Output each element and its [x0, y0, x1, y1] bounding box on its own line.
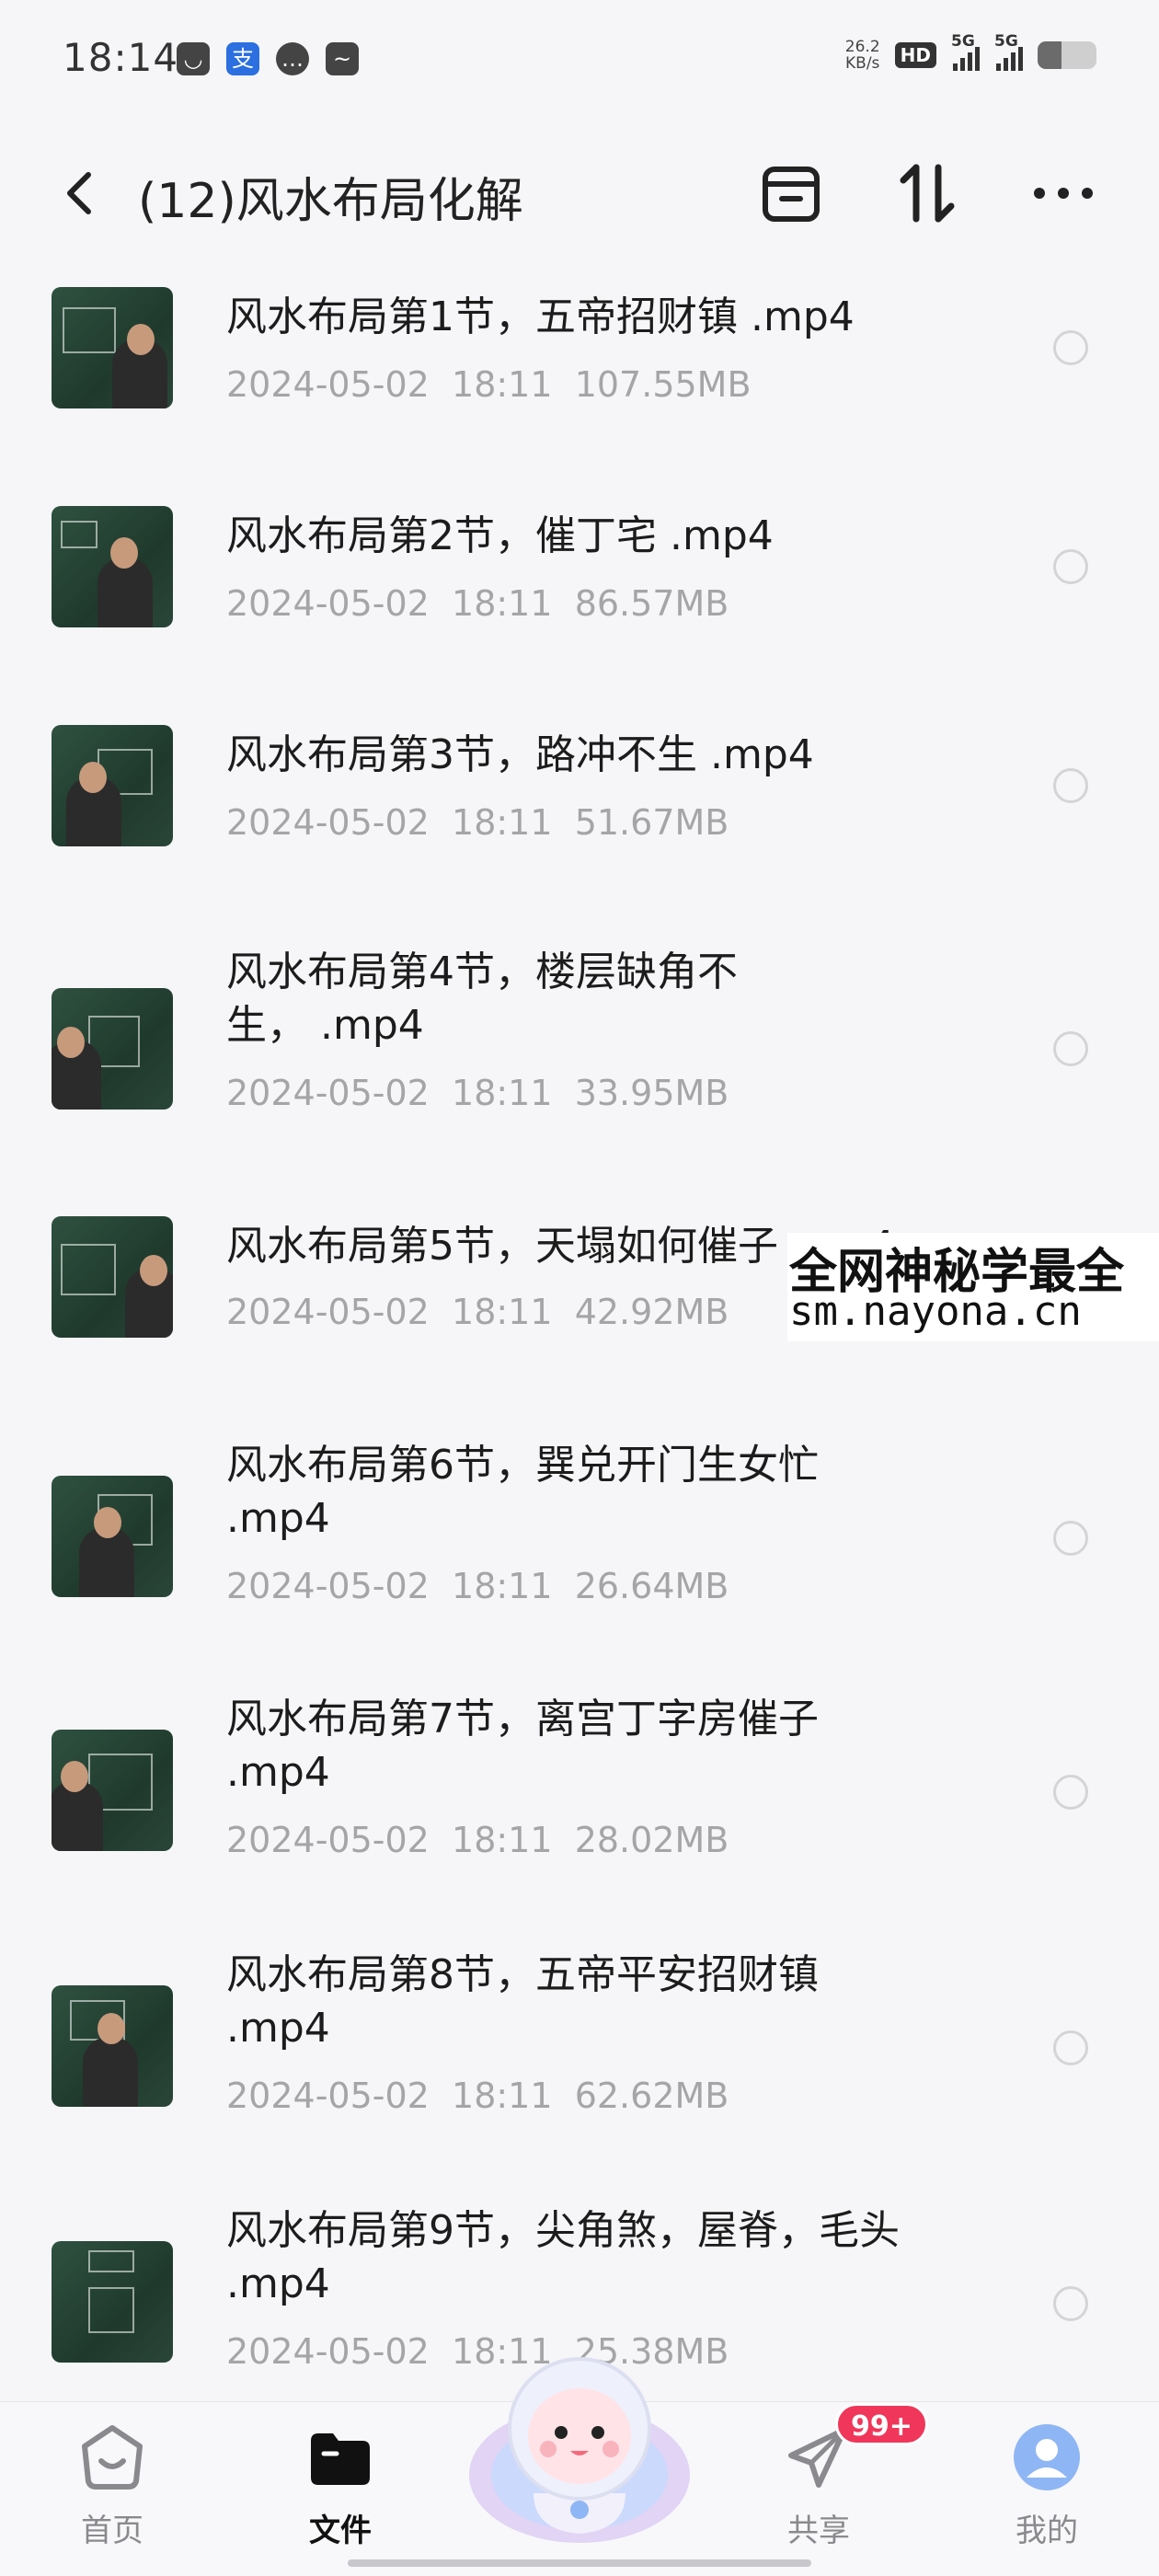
message-icon: …	[276, 42, 309, 75]
app-notification-icon: ~	[326, 42, 359, 75]
nav-item-files[interactable]: 文件	[267, 2402, 414, 2576]
nav-item-home[interactable]: 首页	[39, 2402, 186, 2576]
astronaut-mascot-icon	[469, 2357, 690, 2543]
file-name: 风水布局第2节，催丁宅 .mp4	[226, 512, 774, 559]
mascot-button[interactable]	[460, 2337, 699, 2548]
status-time: 18:14	[63, 35, 179, 80]
select-checkbox[interactable]	[1053, 1031, 1088, 1066]
file-meta: 2024-05-02 18:11 26.64MB	[226, 1566, 729, 1606]
header: (12)风水布局化解	[0, 138, 1159, 258]
more-button[interactable]	[1028, 158, 1098, 228]
select-checkbox[interactable]	[1053, 330, 1088, 365]
more-icon	[1034, 188, 1093, 199]
file-meta: 2024-05-02 18:11 107.55MB	[226, 364, 752, 405]
select-checkbox[interactable]	[1053, 768, 1088, 803]
signal-icon: 5G	[951, 32, 980, 71]
select-checkbox[interactable]	[1053, 2286, 1088, 2321]
nav-label: 首页	[81, 2513, 143, 2549]
file-meta: 2024-05-02 18:11 86.57MB	[226, 583, 729, 624]
file-meta: 2024-05-02 18:11 62.62MB	[226, 2076, 729, 2116]
video-thumbnail	[52, 988, 173, 1110]
file-name: 风水布局第7节，离宫丁字房催子 .mp4	[226, 1696, 819, 1796]
watermark-overlay: 全网神秘学最全 sm.nayona.cn	[787, 1233, 1159, 1341]
status-bar: 18:14 ◡ 支 … ~ 26.2 KB/s HD 5G 5G	[0, 0, 1159, 129]
notification-icons: ◡ 支 … ~	[177, 42, 359, 75]
watermark-url: sm.nayona.cn	[789, 1288, 1082, 1335]
chevron-left-icon	[67, 172, 91, 214]
folder-icon	[311, 2433, 370, 2485]
select-checkbox[interactable]	[1053, 1521, 1088, 1556]
hd-icon: HD	[894, 42, 936, 68]
battery-icon	[1038, 41, 1096, 69]
file-meta: 2024-05-02 18:11 51.67MB	[226, 802, 729, 843]
file-name: 风水布局第6节，巽兑开门生女忙 .mp4	[226, 1442, 819, 1542]
select-checkbox[interactable]	[1053, 1775, 1088, 1810]
video-thumbnail	[52, 1476, 173, 1597]
archive-button[interactable]	[756, 158, 826, 228]
video-thumbnail	[52, 1216, 173, 1338]
video-thumbnail	[52, 287, 173, 408]
notification-badge: 99+	[835, 2403, 928, 2445]
alipay-icon: 支	[226, 42, 259, 75]
file-name: 风水布局第3节，路冲不生 .mp4	[226, 731, 814, 778]
signal-icon: 5G	[994, 32, 1023, 71]
app-notification-icon: ◡	[177, 42, 210, 75]
page-title: (12)风水布局化解	[138, 174, 523, 229]
network-speed: 26.2 KB/s	[844, 38, 880, 73]
sort-button[interactable]	[892, 158, 962, 228]
video-thumbnail	[52, 1985, 173, 2107]
select-checkbox[interactable]	[1053, 549, 1088, 584]
nav-label: 我的	[1016, 2513, 1078, 2549]
file-name: 风水布局第9节，尖角煞，屋脊，毛头 .mp4	[226, 2207, 900, 2307]
sort-icon	[900, 164, 955, 223]
file-name: 风水布局第8节，五帝平安招财镇 .mp4	[226, 1951, 819, 2052]
select-checkbox[interactable]	[1053, 2030, 1088, 2065]
nav-label: 共享	[787, 2513, 850, 2549]
video-thumbnail	[52, 725, 173, 846]
file-meta: 2024-05-02 18:11 33.95MB	[226, 1073, 729, 1113]
status-indicators: 26.2 KB/s HD 5G 5G	[844, 32, 1096, 73]
profile-icon	[1014, 2424, 1080, 2490]
video-thumbnail	[52, 506, 173, 627]
home-icon	[82, 2425, 143, 2490]
video-thumbnail	[52, 1730, 173, 1851]
nav-item-profile[interactable]: 我的	[973, 2402, 1120, 2576]
archive-icon	[763, 167, 820, 222]
file-name: 风水布局第1节，五帝招财镇 .mp4	[226, 293, 855, 340]
file-name: 风水布局第4节，楼层缺角不生， .mp4	[226, 949, 738, 1049]
video-thumbnail	[52, 2241, 173, 2363]
nav-label: 文件	[309, 2513, 372, 2549]
file-meta: 2024-05-02 18:11 28.02MB	[226, 1820, 729, 1860]
home-indicator[interactable]	[348, 2559, 811, 2567]
file-meta: 2024-05-02 18:11 42.92MB	[226, 1292, 729, 1332]
back-button[interactable]	[55, 166, 110, 221]
